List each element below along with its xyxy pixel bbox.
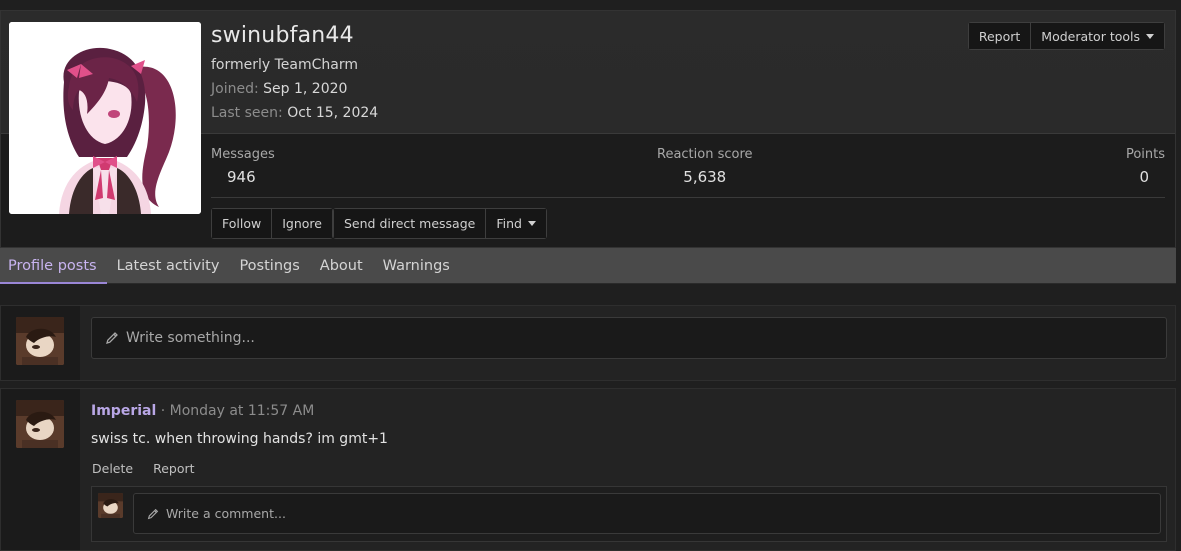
- pencil-icon: [147, 508, 159, 519]
- joined-value: Sep 1, 2020: [263, 81, 348, 97]
- tab-about[interactable]: About: [310, 248, 373, 284]
- comment-avatar[interactable]: [98, 493, 123, 518]
- post-header: Imperial · Monday at 11:57 AM: [91, 403, 314, 419]
- post-body: swiss tc. when throwing hands? im gmt+1: [91, 431, 388, 447]
- user-avatar-icon: [16, 317, 64, 365]
- last-seen-label: Last seen:: [211, 105, 283, 121]
- composer-avatar[interactable]: [16, 317, 64, 365]
- moderator-tools-button[interactable]: Moderator tools: [1030, 23, 1164, 49]
- tab-latest-activity[interactable]: Latest activity: [107, 248, 230, 284]
- stat-messages-label: Messages: [211, 147, 275, 162]
- tab-postings[interactable]: Postings: [229, 248, 309, 284]
- profile-tabs: Profile posts Latest activity Postings A…: [0, 248, 1176, 284]
- last-seen-line: Last seen: Oct 15, 2024: [211, 105, 378, 121]
- send-direct-message-button[interactable]: Send direct message: [334, 209, 486, 238]
- stat-points-value: 0: [1139, 168, 1149, 186]
- stat-reaction-score[interactable]: Reaction score 5,638: [657, 147, 753, 186]
- tab-profile-posts[interactable]: Profile posts: [0, 248, 107, 284]
- follow-ignore-group: Follow Ignore: [211, 208, 333, 239]
- stat-messages-value: 946: [227, 168, 256, 186]
- post-author-avatar[interactable]: [16, 400, 64, 448]
- chevron-down-icon: [527, 221, 536, 226]
- find-label: Find: [496, 216, 522, 231]
- stat-reaction-label: Reaction score: [657, 147, 753, 162]
- pencil-icon: [106, 332, 118, 344]
- profile-post: Imperial · Monday at 11:57 AM swiss tc. …: [0, 388, 1176, 551]
- last-seen-value: Oct 15, 2024: [287, 105, 379, 121]
- profile-username: swinubfan44: [211, 23, 354, 48]
- post-author-link[interactable]: Imperial: [91, 403, 156, 419]
- ignore-button[interactable]: Ignore: [271, 209, 332, 238]
- find-button[interactable]: Find: [485, 209, 546, 238]
- profile-header-card: swinubfan44 formerly TeamCharm Joined: S…: [0, 10, 1176, 248]
- joined-line: Joined: Sep 1, 2020: [211, 81, 347, 97]
- delete-link[interactable]: Delete: [92, 461, 133, 476]
- user-avatar-icon: [98, 493, 123, 518]
- stat-messages[interactable]: Messages 946: [211, 147, 275, 186]
- stats-divider: [211, 197, 1165, 198]
- profile-post-composer: Write something...: [0, 305, 1176, 381]
- post-actions: Delete Report: [92, 461, 195, 476]
- stat-reaction-value: 5,638: [683, 168, 727, 186]
- profile-avatar[interactable]: [9, 22, 201, 214]
- post-timestamp[interactable]: · Monday at 11:57 AM: [161, 403, 315, 419]
- report-button[interactable]: Report: [968, 23, 1031, 49]
- tab-warnings[interactable]: Warnings: [373, 248, 460, 284]
- message-find-group: Send direct message Find: [333, 208, 547, 239]
- moderator-tools-label: Moderator tools: [1041, 28, 1140, 44]
- user-avatar-icon: [16, 400, 64, 448]
- write-comment-placeholder: Write a comment...: [166, 506, 286, 521]
- stat-points[interactable]: Points 0: [1126, 147, 1165, 186]
- anime-avatar-icon: [9, 22, 201, 214]
- write-something-placeholder: Write something...: [126, 330, 255, 346]
- report-link[interactable]: Report: [153, 461, 194, 476]
- write-something-input[interactable]: Write something...: [91, 317, 1167, 359]
- profile-top-actions: Report Moderator tools: [967, 22, 1165, 50]
- write-comment-input[interactable]: Write a comment...: [133, 493, 1161, 534]
- chevron-down-icon: [1146, 33, 1154, 39]
- profile-user-title: formerly TeamCharm: [211, 57, 359, 73]
- stat-points-label: Points: [1125, 147, 1165, 162]
- follow-button[interactable]: Follow: [212, 209, 272, 238]
- comment-area: Write a comment...: [91, 486, 1167, 542]
- joined-label: Joined:: [211, 81, 259, 97]
